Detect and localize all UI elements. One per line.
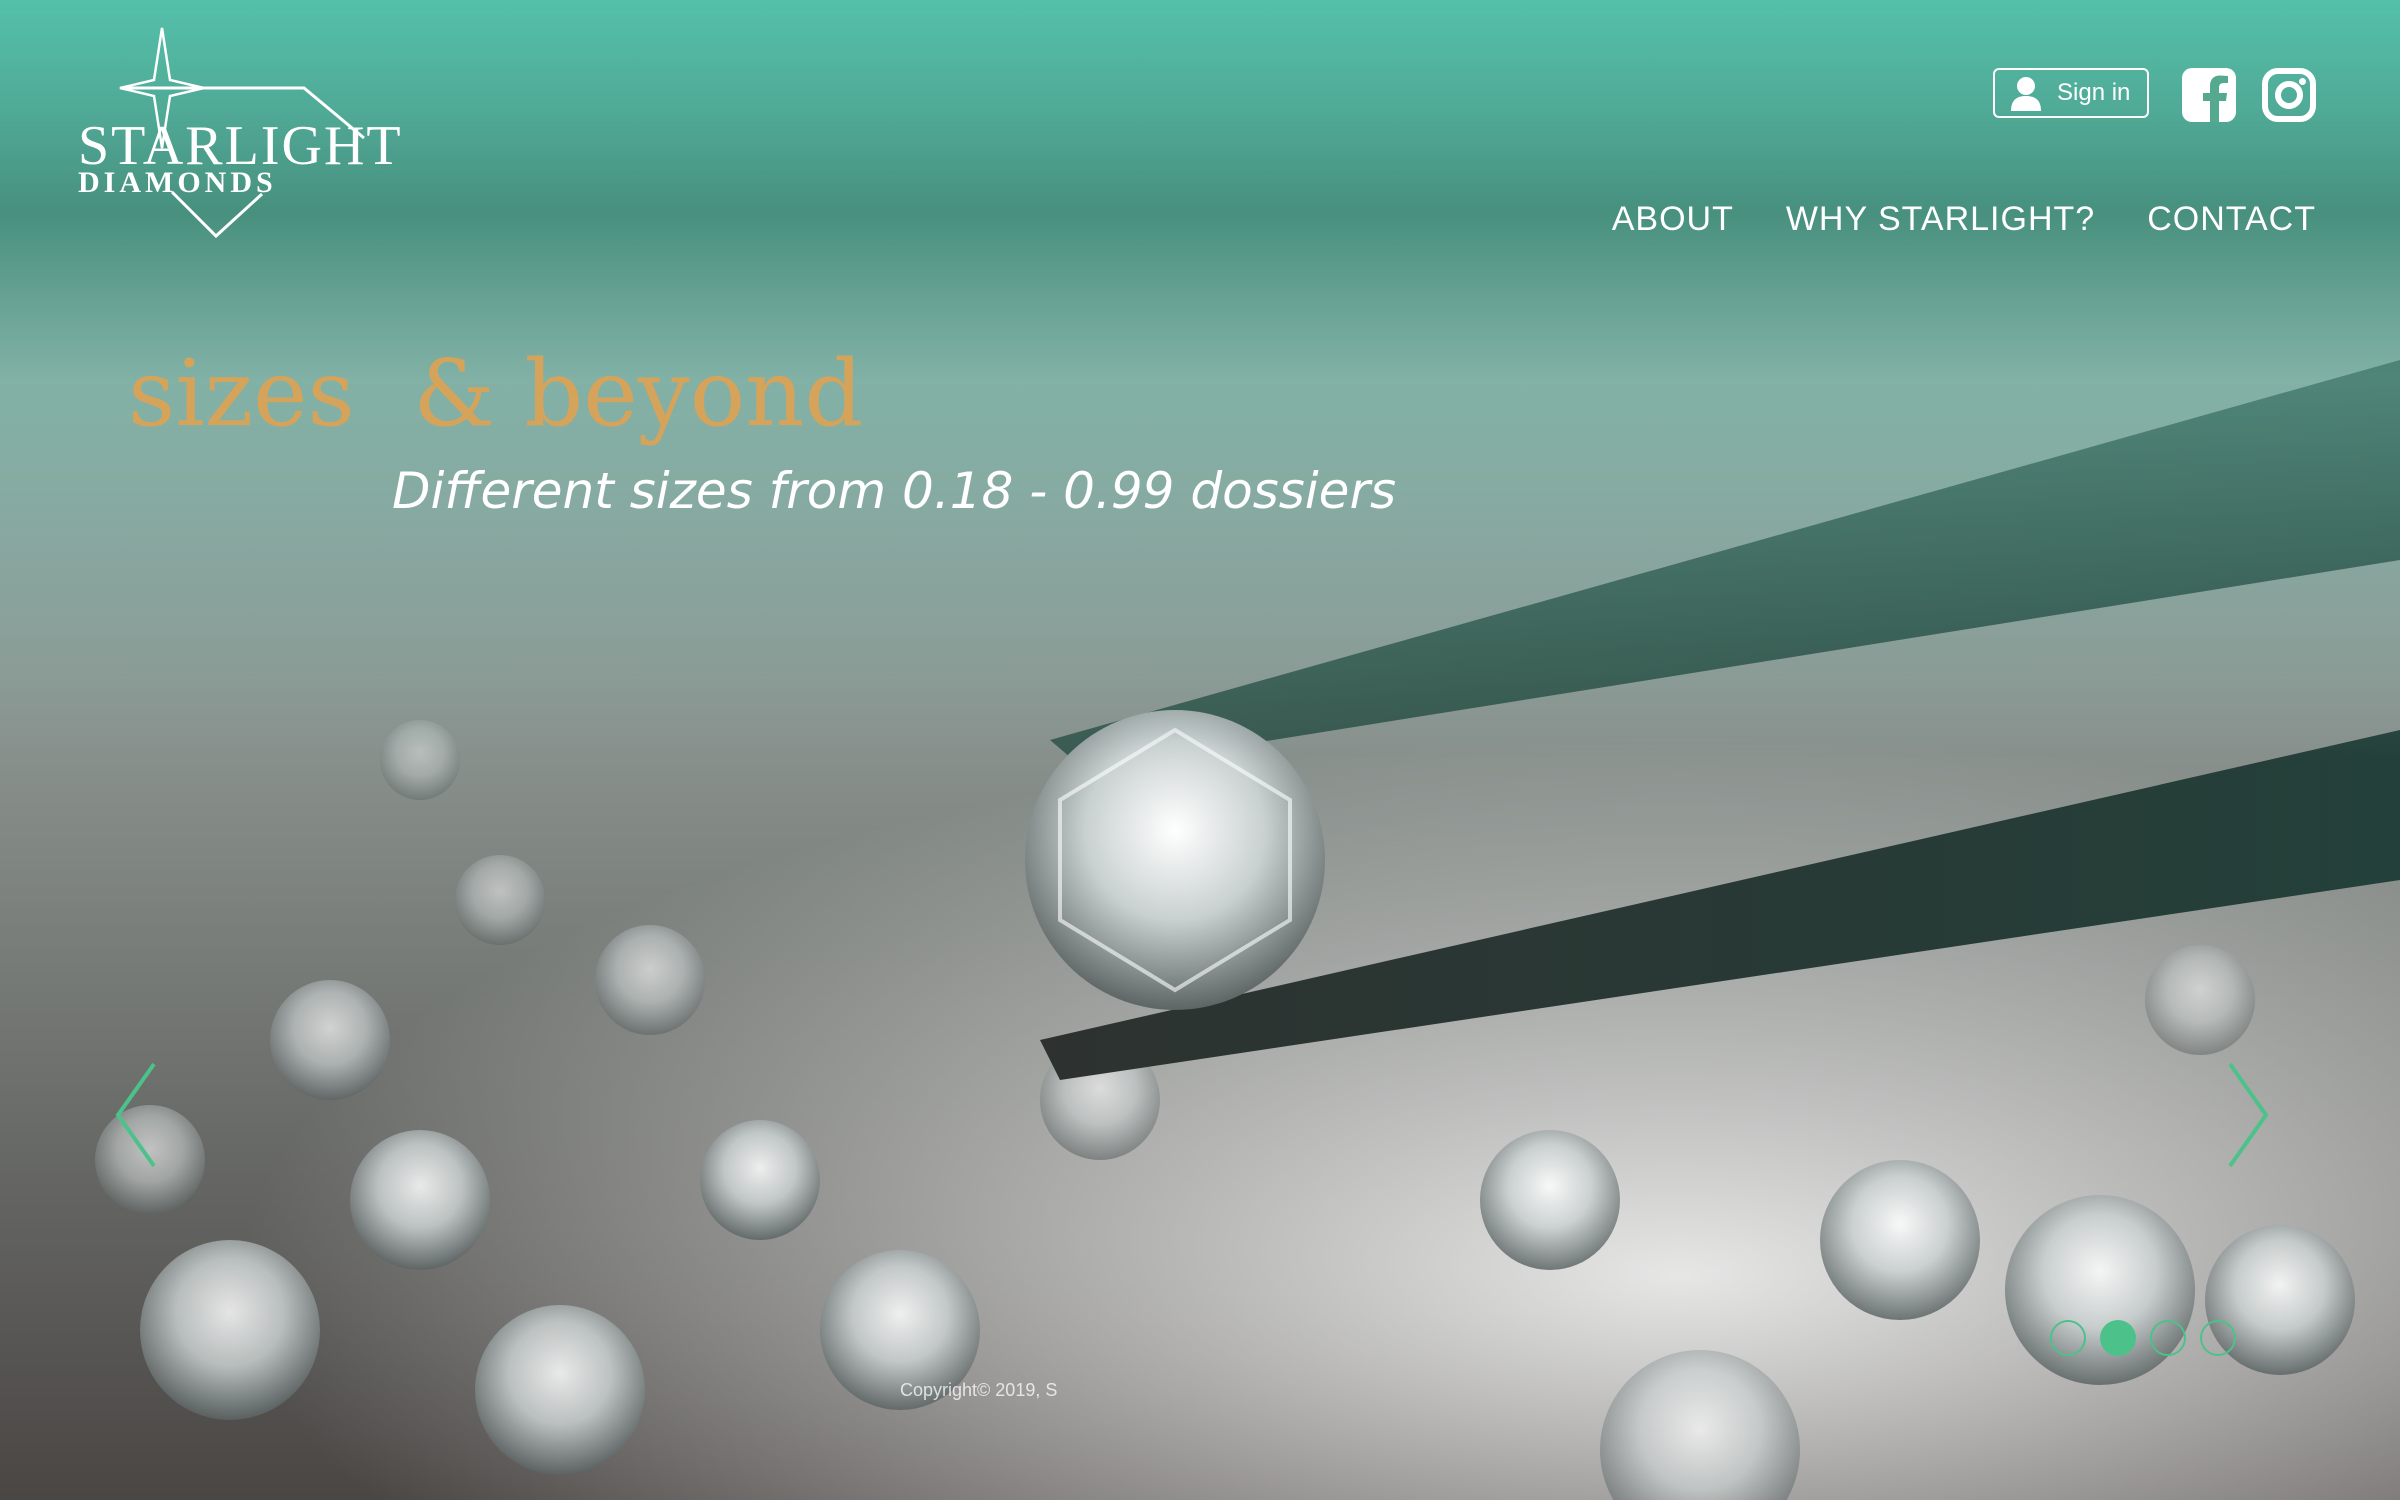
hero-subline: Different sizes from 0.18 - 0.99 dossier… [392, 462, 1397, 520]
carousel-next-arrow-icon[interactable] [2222, 1060, 2272, 1170]
carousel-dot-4[interactable] [2200, 1320, 2236, 1356]
carousel-indicators [2050, 1320, 2236, 1356]
starlight-logo[interactable]: STARLIGHT DIAMONDS [74, 26, 401, 246]
facebook-icon[interactable] [2182, 68, 2236, 122]
sign-in-button[interactable]: Sign in [1993, 68, 2149, 118]
carousel-dot-2[interactable] [2100, 1320, 2136, 1356]
main-nav: ABOUT WHY STARLIGHT? CONTACT [1612, 200, 2316, 239]
carousel-dot-1[interactable] [2050, 1320, 2086, 1356]
user-icon [2011, 77, 2041, 111]
logo-tagline: DIAMONDS [78, 166, 277, 199]
nav-contact[interactable]: CONTACT [2147, 200, 2316, 239]
nav-about[interactable]: ABOUT [1612, 200, 1734, 239]
nav-why-starlight[interactable]: WHY STARLIGHT? [1786, 200, 2095, 239]
carousel-prev-arrow-icon[interactable] [112, 1060, 162, 1170]
carousel-dot-3[interactable] [2150, 1320, 2186, 1356]
hero-headline: sizes & beyond [128, 340, 864, 447]
hero-page: STARLIGHT DIAMONDS Sign in ABOUT WHY STA… [0, 0, 2400, 1500]
copyright-text: Copyright© 2019, S [900, 1380, 1058, 1400]
sign-in-label: Sign in [2057, 79, 2131, 106]
instagram-icon[interactable] [2262, 68, 2316, 122]
